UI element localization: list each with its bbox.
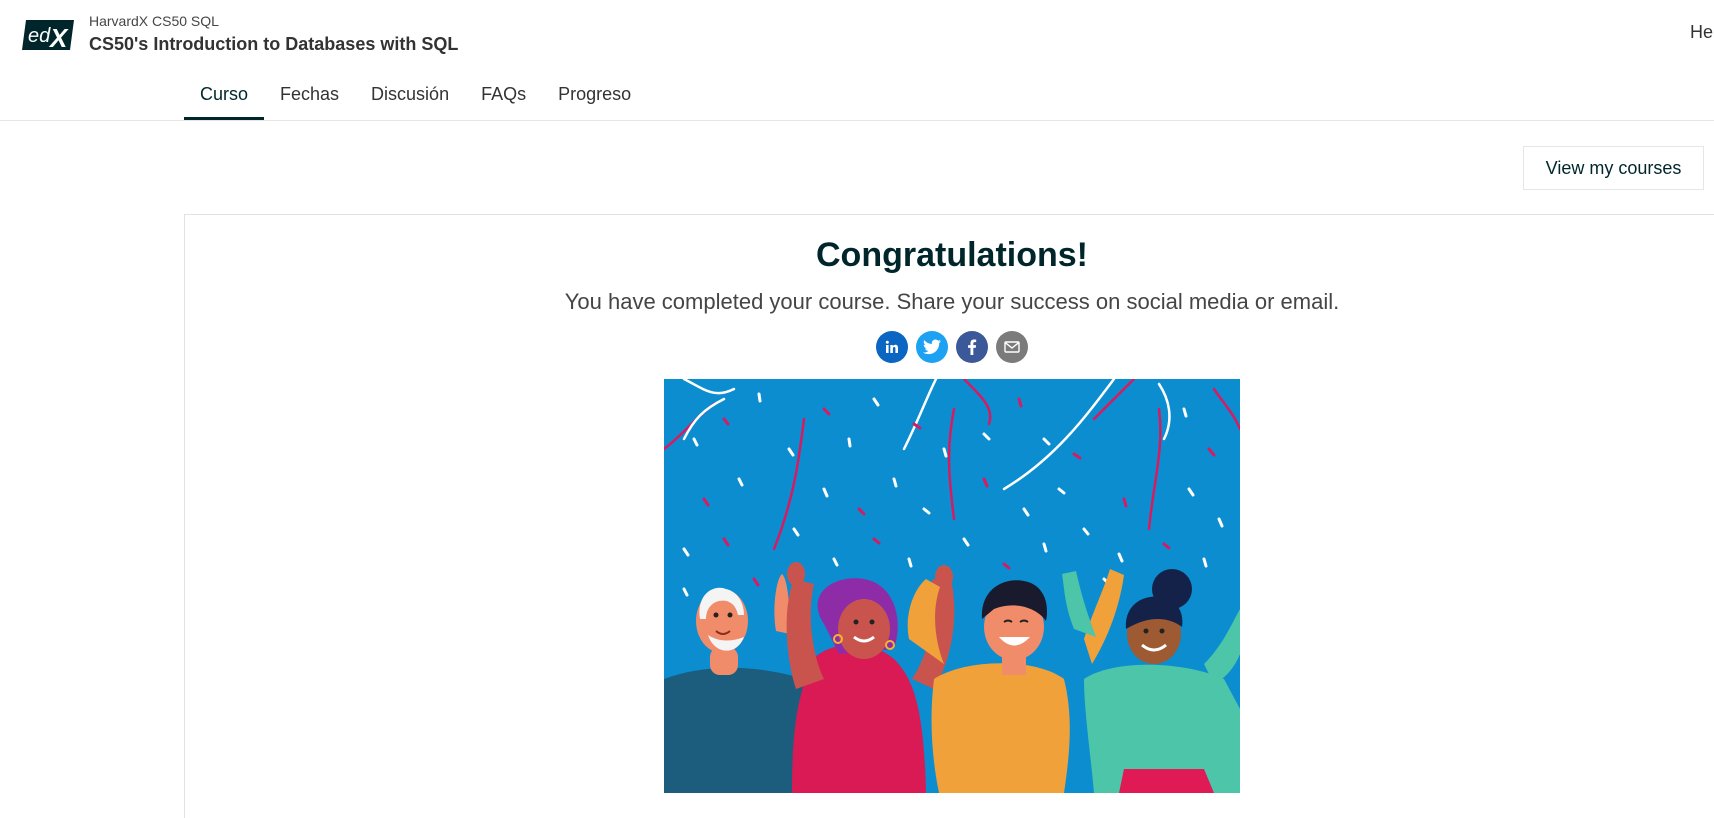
share-buttons <box>876 331 1028 363</box>
tab-progreso[interactable]: Progreso <box>542 72 647 121</box>
completion-message: You have completed your course. Share yo… <box>564 289 1340 314</box>
site-header: ed X HarvardX CS50 SQL CS50's Introducti… <box>0 0 1714 70</box>
course-org-line: HarvardX CS50 SQL <box>89 13 219 29</box>
edx-logo[interactable]: ed X <box>22 20 74 50</box>
tabs-divider <box>0 120 1714 121</box>
view-my-courses-button[interactable]: View my courses <box>1523 146 1704 190</box>
email-icon[interactable] <box>996 331 1028 363</box>
course-tabs: Curso Fechas Discusión FAQs Progreso <box>184 72 647 121</box>
twitter-icon[interactable] <box>916 331 948 363</box>
tab-discusion[interactable]: Discusión <box>355 72 465 121</box>
svg-text:X: X <box>48 23 69 50</box>
congratulations-heading: Congratulations! <box>816 236 1088 274</box>
svg-text:ed: ed <box>28 25 51 47</box>
tab-fechas[interactable]: Fechas <box>264 72 355 121</box>
user-menu[interactable]: He <box>1690 22 1713 43</box>
tab-faqs[interactable]: FAQs <box>465 72 542 121</box>
tab-curso[interactable]: Curso <box>184 72 265 121</box>
celebration-illustration <box>664 379 1240 793</box>
course-title: CS50's Introduction to Databases with SQ… <box>89 34 459 54</box>
linkedin-icon[interactable] <box>876 331 908 363</box>
facebook-icon[interactable] <box>956 331 988 363</box>
